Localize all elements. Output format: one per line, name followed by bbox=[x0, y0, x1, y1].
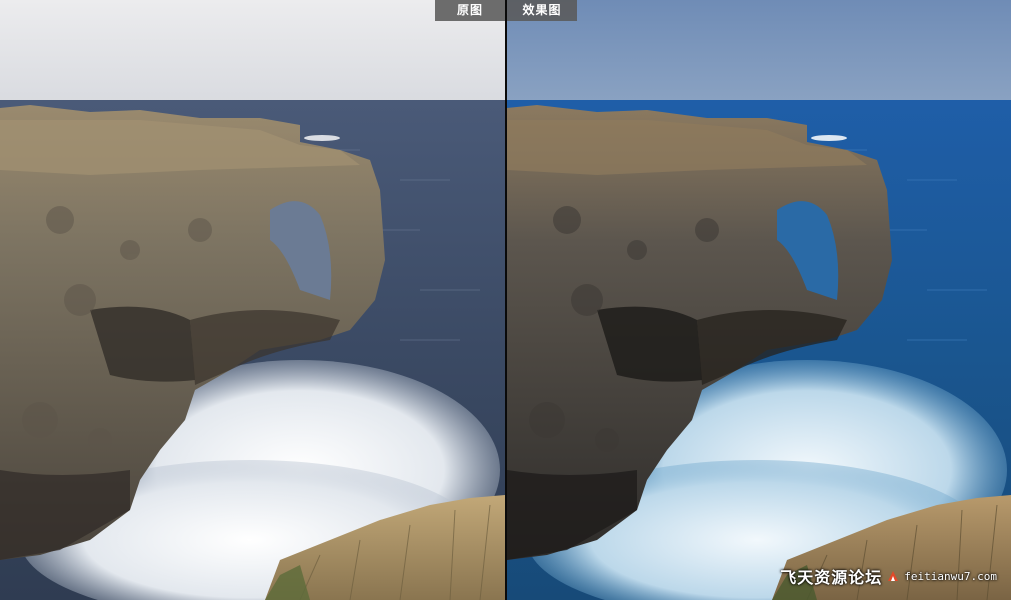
watermark-logo-icon bbox=[888, 571, 899, 581]
effect-label: 效果图 bbox=[507, 0, 577, 21]
watermark-cn-text: 飞天资源论坛 bbox=[780, 568, 883, 587]
original-label: 原图 bbox=[435, 0, 505, 21]
original-image-panel bbox=[0, 0, 505, 600]
watermark: 飞天资源论坛 feitianwu7.com bbox=[780, 564, 997, 588]
watermark-url-text: feitianwu7.com bbox=[904, 569, 997, 583]
effect-photo bbox=[507, 0, 1011, 600]
comparison-stage: 原图 效果图 飞天资源论坛 feitianwu7.com bbox=[0, 0, 1011, 600]
effect-image-panel bbox=[507, 0, 1011, 600]
original-photo bbox=[0, 0, 505, 600]
